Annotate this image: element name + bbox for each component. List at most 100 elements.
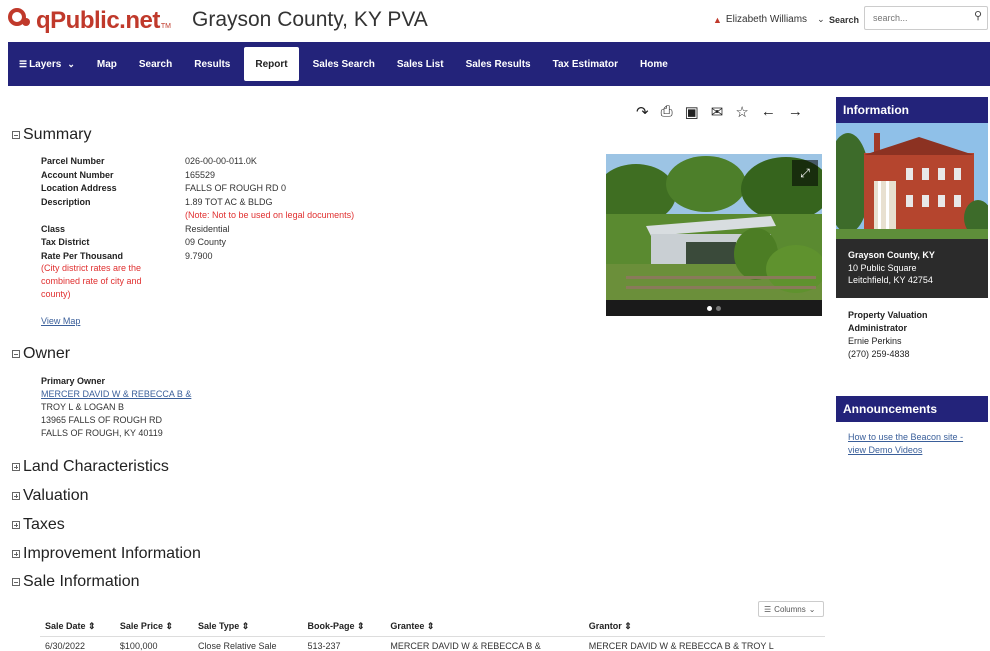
columns-button[interactable]: ☰ Columns ⌄ <box>758 601 824 617</box>
table-row: 6/30/2022 $100,000 Close Relative Sale 5… <box>40 637 825 651</box>
legal-note: (Note: Not to be used on legal documents… <box>185 210 355 220</box>
chevron-down-icon: ⌄ <box>808 604 816 614</box>
owner-header[interactable]: Owner <box>12 345 70 363</box>
image-icon[interactable]: ▣ <box>685 103 699 121</box>
courthouse-image <box>836 123 988 239</box>
sale-information-header[interactable]: Sale Information <box>12 573 140 591</box>
description: 1.89 TOT AC & BLDG (Note: Not to be used… <box>185 196 354 223</box>
nav-map[interactable]: Map <box>86 47 128 81</box>
pva-contact: Property Valuation Administrator Ernie P… <box>836 298 988 372</box>
chevron-down-icon: ⌄ <box>817 14 825 24</box>
columns-label: Columns <box>774 604 806 614</box>
arrow-left-icon[interactable]: ← <box>761 103 776 121</box>
report-toolbar: ↷ ⎙ ▣ ✉ ☆ ← → <box>636 103 803 121</box>
header-search-input[interactable] <box>864 6 988 30</box>
summary-table: Parcel Number 026-00-00-011.0K Account N… <box>41 155 354 263</box>
layers-icon: ☰ <box>19 58 28 69</box>
summary-title: Summary <box>23 126 92 143</box>
nav-layers[interactable]: ☰ Layers ⌄ <box>8 47 86 81</box>
section-title: Valuation <box>23 487 89 504</box>
nav-sales-results[interactable]: Sales Results <box>455 47 542 81</box>
view-map-link[interactable]: View Map <box>41 316 80 326</box>
address-line: 10 Public Square <box>848 262 917 273</box>
improvement-information-header[interactable]: Improvement Information <box>12 545 201 563</box>
pva-title: Administrator <box>848 323 908 333</box>
summary-header[interactable]: Summary <box>12 126 91 144</box>
col-sale-price[interactable]: Sale Price ⇕ <box>114 617 193 637</box>
chevron-down-icon: ⌄ <box>67 58 75 69</box>
nav-home[interactable]: Home <box>629 47 679 81</box>
valuation-header[interactable]: Valuation <box>12 487 89 505</box>
summary-key: Parcel Number <box>41 156 105 166</box>
sale-table: Sale Date ⇕ Sale Price ⇕ Sale Type ⇕ Boo… <box>40 617 825 651</box>
address-line: Leitchfield, KY 42754 <box>848 275 933 285</box>
expand-section-icon <box>12 463 20 471</box>
collapse-icon <box>12 578 20 586</box>
site-title: Grayson County, KY PVA <box>192 8 428 31</box>
information-header: Information <box>836 97 988 123</box>
user-icon: ▲ <box>713 14 722 25</box>
main-nav: ☰ Layers ⌄ Map Search Results Report Sal… <box>8 42 990 86</box>
logo-text: qPublic.net <box>36 7 160 34</box>
grantor: MERCER DAVID W & REBECCA B & TROY L <box>588 641 774 651</box>
summary-key: Description <box>41 196 91 207</box>
summary-key: Account Number <box>41 169 114 180</box>
section-title: Taxes <box>23 516 65 533</box>
summary-row: Location Address FALLS OF ROUGH RD 0 <box>41 182 354 196</box>
location-address: FALLS OF ROUGH RD 0 <box>185 183 287 193</box>
user-menu[interactable]: ▲ Elizabeth Williams ⌄ <box>713 14 825 25</box>
header-search-label[interactable]: Search <box>829 15 859 25</box>
email-icon[interactable]: ✉ <box>711 103 724 121</box>
owner-line: TROY L & LOGAN B <box>41 402 125 412</box>
arrow-right-icon[interactable]: → <box>788 103 803 121</box>
announcement-link[interactable]: How to use the Beacon site - view Demo V… <box>836 422 988 466</box>
pva-title: Property Valuation <box>848 310 928 320</box>
print-icon[interactable]: ⎙ <box>661 103 673 121</box>
account-number: 165529 <box>185 169 216 180</box>
owner-line: FALLS OF ROUGH, KY 40119 <box>41 428 163 438</box>
expand-section-icon <box>12 550 20 558</box>
carousel-dot[interactable] <box>707 305 712 311</box>
summary-row: Description 1.89 TOT AC & BLDG (Note: No… <box>41 196 354 223</box>
search-icon[interactable]: ⚲ <box>974 9 982 22</box>
nav-search[interactable]: Search <box>128 47 183 81</box>
summary-row: Account Number 165529 <box>41 169 354 183</box>
county-address: Grayson County, KY 10 Public Square Leit… <box>836 239 988 298</box>
summary-key: Class <box>41 223 66 234</box>
expand-icon[interactable]: ⤢ <box>792 160 818 186</box>
col-sale-type[interactable]: Sale Type ⇕ <box>192 617 303 637</box>
owner-name-link[interactable]: MERCER DAVID W & REBECCA B & <box>41 389 191 399</box>
grantee: MERCER DAVID W & REBECCA B & <box>390 641 541 651</box>
top-header: qPublic.net TM Grayson County, KY PVA ▲ … <box>0 0 990 42</box>
share-icon[interactable]: ↷ <box>636 103 649 121</box>
sale-type: Close Relative Sale <box>197 641 277 651</box>
nav-results[interactable]: Results <box>183 47 241 81</box>
description-value: 1.89 TOT AC & BLDG <box>185 196 273 207</box>
collapse-icon <box>12 350 20 358</box>
nav-sales-list[interactable]: Sales List <box>386 47 455 81</box>
summary-row: Parcel Number 026-00-00-011.0K <box>41 155 354 169</box>
nav-report[interactable]: Report <box>244 47 299 81</box>
property-photo[interactable] <box>606 154 822 316</box>
nav-tax-estimator[interactable]: Tax Estimator <box>542 47 629 81</box>
nav-sales-search[interactable]: Sales Search <box>302 47 386 81</box>
col-grantee[interactable]: Grantee ⇕ <box>385 617 584 637</box>
photo-carousel-dots <box>606 300 822 316</box>
summary-key: Location Address <box>41 183 117 193</box>
logo-trademark: TM <box>160 23 171 30</box>
land-characteristics-header[interactable]: Land Characteristics <box>12 458 169 476</box>
col-book-page[interactable]: Book-Page ⇕ <box>302 617 386 637</box>
user-name: Elizabeth Williams <box>725 14 808 25</box>
expand-section-icon <box>12 521 20 529</box>
summary-row: Class Residential <box>41 223 354 237</box>
taxes-header[interactable]: Taxes <box>12 516 65 534</box>
carousel-dot[interactable] <box>716 305 721 311</box>
summary-row: Tax District 09 County <box>41 236 354 250</box>
star-icon[interactable]: ☆ <box>735 103 748 121</box>
nav-layers-label: Layers <box>29 58 62 70</box>
col-grantor[interactable]: Grantor ⇕ <box>583 617 825 637</box>
col-sale-date[interactable]: Sale Date ⇕ <box>40 617 115 637</box>
columns-icon: ☰ <box>764 604 772 614</box>
qpublic-logo[interactable]: qPublic.net TM <box>8 6 171 35</box>
property-photo-image <box>606 154 822 316</box>
